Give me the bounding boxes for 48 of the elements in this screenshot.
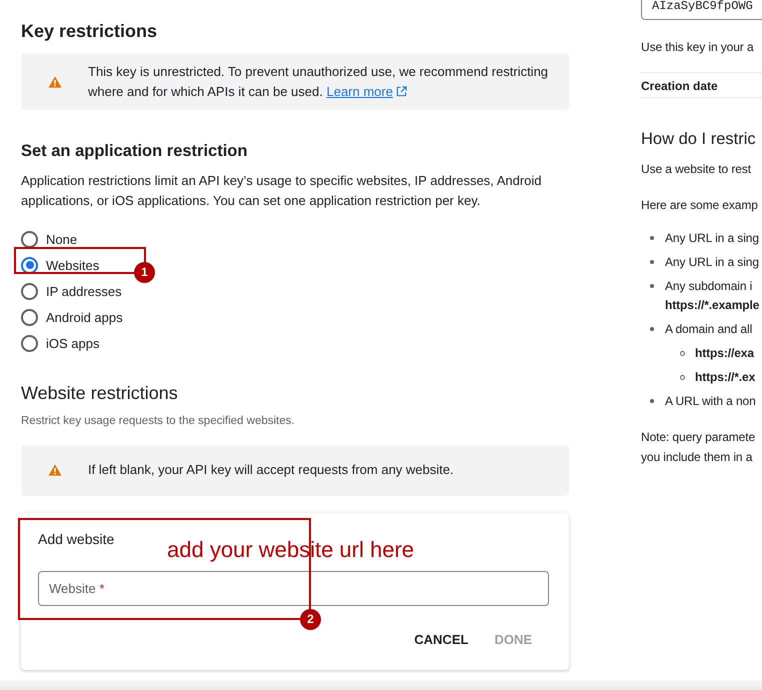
section-description: Restrict key usage requests to the specified websites.	[21, 414, 296, 429]
radio-option[interactable]: None	[21, 226, 78, 252]
section-description: Application restrictions limit an API key’s usage to specific websites, IP addresses, Android applications, or iOS applications. You can set one application restriction per key.	[21, 172, 543, 210]
section-title: Website restrictions	[21, 382, 179, 405]
section-title: Key restrictions	[21, 20, 158, 43]
example-text: Any URL in a sing	[665, 230, 759, 247]
website-input[interactable]: Website *	[38, 571, 549, 606]
radio-button[interactable]	[21, 334, 38, 352]
radio-option[interactable]: Websites	[21, 252, 100, 278]
warning-text: If left blank, your API key will accept requests from any website.	[88, 461, 454, 479]
note-text: Note: query paramete	[641, 429, 756, 446]
radio-option[interactable]: IP addresses	[21, 278, 122, 304]
radio-button[interactable]	[21, 230, 38, 248]
bullet-icon	[650, 284, 654, 288]
external-link-icon	[396, 86, 407, 97]
radio-option[interactable]: iOS apps	[21, 330, 100, 356]
example-text: Any subdomain i	[665, 278, 752, 295]
warning-icon	[48, 76, 62, 88]
radio-button[interactable]	[21, 256, 38, 274]
hollow-bullet-icon	[680, 374, 685, 380]
example-text: A domain and all	[665, 321, 752, 338]
card-title: Add website	[38, 530, 116, 549]
bullet-icon	[650, 236, 654, 240]
example-url: https://exa	[695, 345, 754, 362]
help-text: Here are some examp	[641, 197, 759, 214]
warning-icon	[48, 464, 62, 476]
bullet-icon	[650, 399, 654, 403]
creation-date-label: Creation date	[641, 79, 718, 93]
help-title: How do I restric	[641, 129, 757, 150]
radio-button[interactable]	[21, 308, 38, 326]
example-text: Any URL in a sing	[665, 254, 759, 271]
radio-button[interactable]	[21, 282, 38, 300]
hollow-bullet-icon	[680, 350, 685, 356]
note-text: you include them in a	[641, 449, 754, 466]
warning-text: This key is unrestricted. To prevent unauthorized use, we recommend restricting where and for which APIs it can be used. Learn more	[88, 63, 550, 101]
example-text: A URL with a non	[665, 393, 756, 410]
example-url: https://*.example	[665, 297, 760, 314]
section-title: Set an application restriction	[21, 141, 248, 162]
key-hint-text: Use this key in your a	[641, 39, 755, 56]
radio-option[interactable]: Android apps	[21, 304, 123, 330]
learn-more-link[interactable]: Learn more	[326, 84, 407, 99]
bullet-icon	[650, 327, 654, 331]
example-url: https://*.ex	[695, 369, 756, 386]
dialog-button[interactable]: CANCEL	[408, 621, 474, 657]
help-text: Use a website to rest	[641, 161, 752, 178]
step-badge: 1	[134, 262, 155, 283]
bullet-icon	[650, 260, 654, 264]
api-key-field[interactable]: AIzaSyBC9fpOWG	[641, 0, 762, 20]
